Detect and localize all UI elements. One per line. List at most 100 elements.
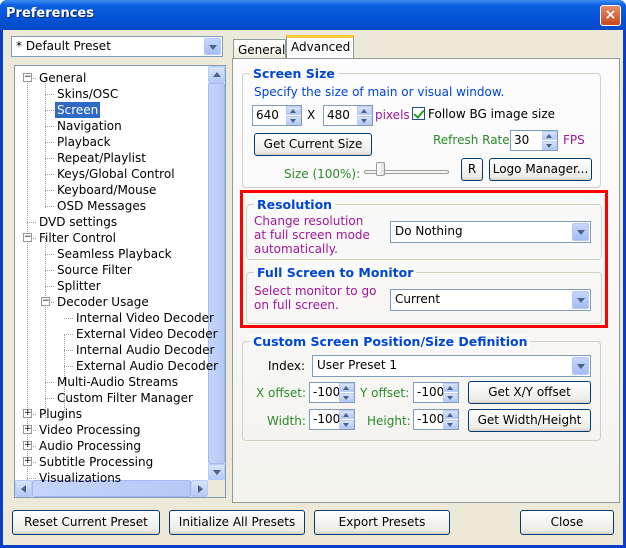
- refresh-rate-spinner[interactable]: 30: [510, 130, 558, 151]
- width-spinner[interactable]: 640: [252, 105, 302, 126]
- get-width-height-label: Get Width/Height: [477, 413, 582, 427]
- initialize-all-presets-button[interactable]: Initialize All Presets: [169, 510, 305, 535]
- custom-width-spinner[interactable]: -100: [309, 409, 355, 430]
- settings-tree[interactable]: − General Skins/OSC Screen Navigation Playbac…: [14, 65, 226, 498]
- tree-item-general[interactable]: General: [37, 70, 88, 86]
- tree-item-subtitle-processing[interactable]: Subtitle Processing: [37, 454, 155, 470]
- collapse-icon[interactable]: −: [23, 73, 32, 82]
- scroll-right-button[interactable]: [191, 480, 208, 497]
- spin-down-icon[interactable]: [339, 393, 354, 402]
- collapse-icon[interactable]: −: [41, 297, 50, 306]
- tree-item-external-audio-decoder[interactable]: External Audio Decoder: [74, 358, 220, 374]
- tree-item-dvd-settings[interactable]: DVD settings: [37, 214, 119, 230]
- reset-size-button[interactable]: R: [461, 158, 483, 181]
- chevron-down-icon[interactable]: [572, 357, 589, 375]
- get-current-size-button[interactable]: Get Current Size: [254, 133, 372, 156]
- expand-icon[interactable]: +: [23, 409, 32, 418]
- width-label: Width:: [267, 414, 306, 428]
- tree-item-external-video-decoder[interactable]: External Video Decoder: [74, 326, 220, 342]
- tree-item-screen[interactable]: Screen: [55, 102, 101, 118]
- window-close-button[interactable]: ×: [600, 5, 621, 26]
- tree-item-decoder-usage[interactable]: Decoder Usage: [55, 294, 151, 310]
- tree-item-custom-filter-manager[interactable]: Custom Filter Manager: [55, 390, 195, 406]
- get-current-size-label: Get Current Size: [263, 137, 363, 151]
- tree-connector-line: [45, 286, 54, 287]
- chevron-down-icon: [213, 470, 221, 475]
- expand-icon[interactable]: +: [23, 441, 32, 450]
- chevron-up-icon: [213, 72, 221, 77]
- tree-item-source-filter[interactable]: Source Filter: [55, 262, 134, 278]
- spin-up-icon[interactable]: [339, 383, 354, 392]
- tree-item-osd-messages[interactable]: OSD Messages: [55, 198, 148, 214]
- spin-up-icon[interactable]: [339, 410, 354, 419]
- tree-item-keys-global-control[interactable]: Keys/Global Control: [55, 166, 177, 182]
- spin-down-icon[interactable]: [443, 420, 458, 429]
- title-bar[interactable]: Preferences ×: [0, 0, 626, 30]
- get-width-height-button[interactable]: Get Width/Height: [468, 409, 591, 432]
- spin-up-icon[interactable]: [357, 106, 372, 115]
- fps-label: FPS: [563, 133, 585, 147]
- y-offset-spinner[interactable]: -100: [413, 382, 459, 403]
- x-offset-spinner[interactable]: -100: [309, 382, 355, 403]
- size-slider-thumb[interactable]: [376, 162, 385, 176]
- width-value: 640: [256, 108, 279, 122]
- follow-bg-checkbox[interactable]: [412, 107, 425, 120]
- get-xy-offset-button[interactable]: Get X/Y offset: [468, 381, 591, 404]
- spin-up-icon[interactable]: [443, 410, 458, 419]
- tree-connector-line: [45, 94, 54, 95]
- tree-item-visualizations[interactable]: Visualizations: [37, 470, 123, 486]
- tree-connector-line: [27, 78, 28, 480]
- tree-item-keyboard-mouse[interactable]: Keyboard/Mouse: [55, 182, 158, 198]
- spin-down-icon[interactable]: [339, 420, 354, 429]
- index-dropdown[interactable]: User Preset 1: [312, 355, 591, 377]
- reset-current-preset-button[interactable]: Reset Current Preset: [12, 510, 160, 535]
- spin-down-icon[interactable]: [542, 141, 557, 150]
- logo-manager-label: Logo Manager...: [492, 162, 589, 176]
- spin-down-icon[interactable]: [357, 116, 372, 125]
- export-presets-button[interactable]: Export Presets: [314, 510, 450, 535]
- scroll-corner: [208, 480, 225, 497]
- custom-position-title: Custom Screen Position/Size Definition: [250, 334, 531, 349]
- collapse-icon[interactable]: −: [23, 233, 32, 242]
- tree-item-internal-audio-decoder[interactable]: Internal Audio Decoder: [74, 342, 216, 358]
- expand-icon[interactable]: +: [23, 457, 32, 466]
- tree-connector-line: [45, 254, 54, 255]
- preset-dropdown[interactable]: * Default Preset: [11, 36, 223, 57]
- tree-item-video-processing[interactable]: Video Processing: [37, 422, 143, 438]
- tree-item-repeat-playlist[interactable]: Repeat/Playlist: [55, 150, 148, 166]
- chevron-down-icon[interactable]: [204, 38, 221, 55]
- highlight-box: [240, 190, 608, 328]
- initialize-all-presets-label: Initialize All Presets: [178, 515, 296, 529]
- scroll-thumb[interactable]: [208, 83, 225, 464]
- tree-connector-line: [64, 334, 73, 335]
- tab-advanced[interactable]: Advanced: [286, 35, 354, 59]
- scroll-up-button[interactable]: [208, 66, 225, 83]
- spin-down-icon[interactable]: [286, 116, 301, 125]
- scroll-down-button[interactable]: [208, 464, 225, 481]
- spin-up-icon[interactable]: [542, 131, 557, 140]
- tree-item-filter-control[interactable]: Filter Control: [37, 230, 118, 246]
- screen-size-description: Specify the size of main or visual windo…: [254, 85, 505, 99]
- scroll-left-button[interactable]: [15, 480, 32, 497]
- spin-down-icon[interactable]: [443, 393, 458, 402]
- expand-icon[interactable]: +: [23, 425, 32, 434]
- tree-item-plugins[interactable]: Plugins: [37, 406, 84, 422]
- reset-size-label: R: [467, 162, 477, 176]
- close-button[interactable]: Close: [520, 510, 614, 535]
- logo-manager-button[interactable]: Logo Manager...: [489, 158, 592, 181]
- tree-item-internal-video-decoder[interactable]: Internal Video Decoder: [74, 310, 216, 326]
- height-spinner[interactable]: 480: [323, 105, 373, 126]
- tree-item-navigation[interactable]: Navigation: [55, 118, 124, 134]
- tree-item-seamless-playback[interactable]: Seamless Playback: [55, 246, 174, 262]
- custom-height-spinner[interactable]: -100: [413, 409, 459, 430]
- tree-item-skins-osc[interactable]: Skins/OSC: [55, 86, 120, 102]
- tree-item-multi-audio-streams[interactable]: Multi-Audio Streams: [55, 374, 180, 390]
- tree-connector-line: [45, 238, 46, 418]
- spin-up-icon[interactable]: [443, 383, 458, 392]
- spin-up-icon[interactable]: [286, 106, 301, 115]
- tree-item-playback[interactable]: Playback: [55, 134, 113, 150]
- tree-vertical-scrollbar[interactable]: [208, 66, 225, 481]
- tree-item-audio-processing[interactable]: Audio Processing: [37, 438, 143, 454]
- chevron-left-icon: [21, 485, 26, 493]
- tree-item-splitter[interactable]: Splitter: [55, 278, 103, 294]
